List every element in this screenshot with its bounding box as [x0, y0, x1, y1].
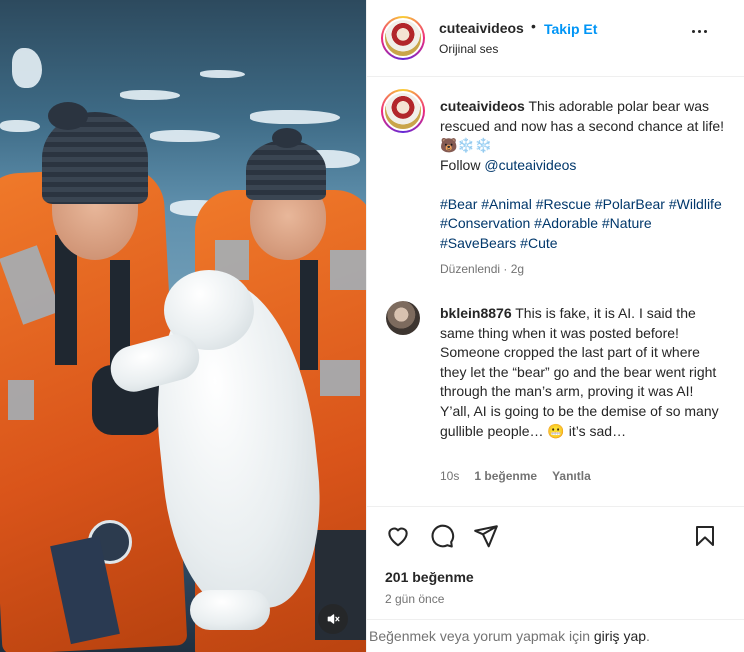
harness-strap [300, 260, 318, 370]
hashtag-link[interactable]: #Cute [520, 235, 557, 251]
like-button[interactable] [385, 523, 411, 554]
comment-meta: 10s 1 beğenme Yanıtla [440, 469, 591, 483]
caption: cuteaivideos This adorable polar bear wa… [440, 97, 730, 253]
login-suffix: . [646, 628, 650, 644]
hashtag-link[interactable]: #Nature [602, 215, 652, 231]
hashtag-link[interactable]: #PolarBear [595, 196, 665, 212]
post-video[interactable] [0, 0, 366, 652]
caption-avatar[interactable] [381, 89, 425, 133]
comment-button[interactable] [429, 523, 455, 554]
ice-floe [250, 110, 340, 124]
beanie-pompom [48, 102, 88, 130]
save-button[interactable] [693, 523, 717, 554]
follow-button[interactable]: Takip Et [544, 21, 597, 37]
bookmark-icon [696, 526, 714, 546]
audio-label[interactable]: Orijinal ses [439, 42, 498, 56]
speaker-muted-icon [327, 614, 340, 624]
login-prompt: Beğenmek veya yorum yapmak için giriş ya… [367, 619, 744, 652]
comments-section[interactable]: cuteaivideos This adorable polar bear wa… [367, 77, 744, 507]
comment-tail: it’s sad… [568, 422, 627, 439]
comment-time[interactable]: 10s [440, 469, 459, 483]
like-count[interactable]: 201 beğenme [385, 569, 474, 585]
mute-button[interactable] [318, 604, 348, 634]
ice-floe [200, 70, 245, 78]
follow-prefix: Follow [440, 156, 481, 173]
commenter-username[interactable]: bklein8876 [440, 305, 512, 321]
hashtag-link[interactable]: #Adorable [534, 215, 598, 231]
post-header: cuteaivideos • Takip Et Orijinal ses [367, 0, 744, 77]
harness-strap [55, 235, 77, 365]
heart-icon [388, 527, 408, 547]
comment-icon [431, 524, 455, 548]
ice-floe [120, 90, 180, 100]
right-rescuer-beanie [246, 140, 326, 200]
reflective-strip [320, 360, 360, 396]
ice-floe [0, 120, 40, 132]
author-avatar[interactable] [381, 16, 425, 60]
share-icon [474, 525, 498, 548]
post-detail-panel: cuteaivideos • Takip Et Orijinal ses cut… [366, 0, 744, 652]
ice-floe [12, 48, 42, 88]
caption-meta: Düzenlendi · 2g [440, 262, 524, 276]
mention-link[interactable]: @cuteaivideos [484, 157, 576, 173]
reflective-strip [8, 380, 34, 420]
separator-dot: • [531, 18, 536, 34]
login-link[interactable]: giriş yap [594, 628, 646, 644]
hashtag-link[interactable]: #Wildlife [669, 196, 722, 212]
reply-button[interactable]: Yanıtla [552, 469, 591, 483]
comment-item: bklein8876 This is fake, it is AI. I sai… [440, 304, 725, 441]
caption-time[interactable]: 2g [511, 262, 524, 276]
commenter-avatar[interactable] [386, 301, 420, 335]
beanie-pompom [272, 128, 302, 148]
hashtag-link[interactable]: #SaveBears [440, 235, 516, 251]
hashtag-link[interactable]: #Conservation [440, 215, 530, 231]
hashtag-link[interactable]: #Animal [481, 196, 532, 212]
reflective-strip [330, 250, 366, 290]
edited-label: Düzenlendi [440, 262, 501, 276]
meta-separator: · [503, 262, 508, 276]
polar-bear-foot [190, 590, 270, 630]
caption-emojis: 🐻❄️❄️ [440, 137, 493, 153]
post-time[interactable]: 2 gün önce [385, 592, 444, 606]
comment-emoji: 😬 [547, 422, 565, 439]
comment-likes[interactable]: 1 beğenme [474, 469, 537, 483]
avatar-image [383, 18, 423, 58]
hashtag-link[interactable]: #Rescue [536, 196, 591, 212]
login-prefix: Beğenmek veya yorum yapmak için [369, 628, 590, 644]
avatar-image [383, 91, 423, 131]
comment-text: This is fake, it is AI. I said the same … [440, 305, 719, 439]
hashtag-link[interactable]: #Bear [440, 196, 477, 212]
caption-username[interactable]: cuteaivideos [440, 98, 525, 114]
share-button[interactable] [473, 523, 499, 554]
author-username[interactable]: cuteaivideos [439, 20, 524, 36]
post-actions: 201 beğenme 2 gün önce [367, 506, 744, 619]
ice-floe [150, 130, 220, 142]
more-horizontal-icon[interactable] [692, 30, 707, 33]
